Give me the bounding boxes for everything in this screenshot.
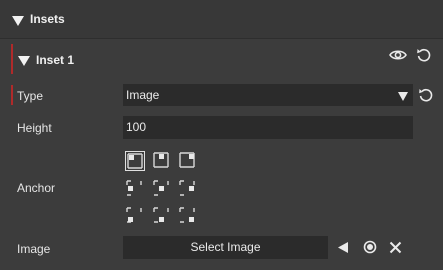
eye-icon[interactable] [389,48,407,62]
type-accent-bar [11,85,13,105]
dropdown-arrow-icon[interactable] [398,92,408,101]
play-left-icon[interactable] [337,241,349,254]
anchor-top-left-button[interactable] [125,151,145,171]
anchor-top-right-button[interactable] [178,151,198,171]
type-label: Type [17,89,44,103]
record-icon[interactable] [363,240,377,254]
collapse-triangle-icon[interactable] [12,16,24,26]
height-input[interactable]: 100 [123,116,413,139]
close-icon[interactable] [389,241,402,254]
inset-collapse-triangle-icon[interactable] [18,56,30,66]
height-input-value: 100 [126,120,147,134]
anchor-top-center-button[interactable] [152,151,172,171]
anchor-label: Anchor [17,181,56,195]
anchor-middle-left-button[interactable] [125,179,145,199]
insets-section-header[interactable] [0,0,443,38]
anchor-center-button[interactable] [152,179,172,199]
reset-icon[interactable] [416,47,432,63]
type-dropdown-value: Image [126,88,160,102]
anchor-bottom-right-button[interactable] [178,206,198,226]
section-title: Insets [30,12,65,26]
image-label: Image [17,242,51,256]
inset-accent-bar [11,44,13,74]
height-label: Height [17,121,52,135]
type-reset-icon[interactable] [418,87,434,103]
header-divider [0,38,443,39]
anchor-bottom-center-button[interactable] [152,206,172,226]
anchor-middle-right-button[interactable] [178,179,198,199]
anchor-bottom-left-button[interactable] [125,206,145,226]
type-dropdown[interactable]: Image [123,84,413,106]
inset-title: Inset 1 [36,53,75,67]
select-image-button[interactable]: Select Image [123,236,328,259]
